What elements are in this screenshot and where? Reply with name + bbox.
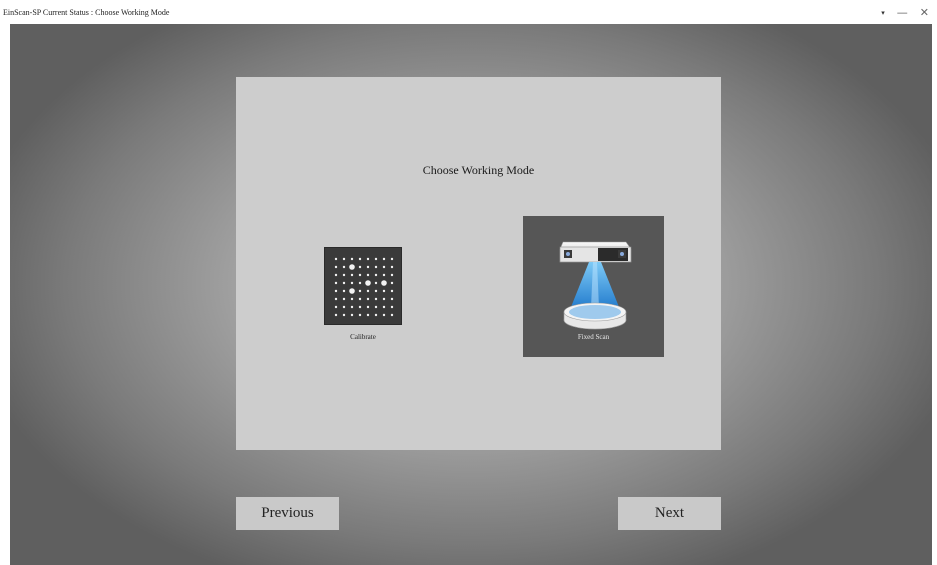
calibration-dot [349,288,355,294]
calibration-dot [342,289,346,293]
window-controls: ▾ — ✕ [881,6,929,19]
app-window: EinScan-SP Current Status : Choose Worki… [0,0,937,565]
calibration-dot [358,297,362,301]
calibration-dot [374,297,378,301]
calibration-dot [334,305,338,309]
calibration-dot [382,313,386,317]
calibration-dot [390,265,394,269]
main-stage: Choose Working Mode Calibrate Fixed Scan… [10,24,932,565]
mode-selection-panel: Choose Working Mode Calibrate Fixed Scan [236,77,721,450]
calibration-board-icon [324,247,402,325]
calibration-dot [342,273,346,277]
calibration-dot [342,297,346,301]
calibrate-mode-button[interactable]: Calibrate [324,247,402,347]
calibration-dot [358,273,362,277]
calibration-dot [374,313,378,317]
calibration-dot [358,257,362,261]
calibrate-label: Calibrate [350,333,376,341]
calibration-dot [334,281,338,285]
calibration-dot [374,257,378,261]
calibration-dot [342,281,346,285]
calibration-dot [349,264,355,270]
fixed-scan-mode-button[interactable]: Fixed Scan [523,216,664,357]
calibration-dot [350,305,354,309]
calibration-dot [350,273,354,277]
calibration-dot [382,273,386,277]
next-button[interactable]: Next [618,497,721,530]
calibration-dot [390,289,394,293]
calibration-dot [374,281,378,285]
calibration-dot [390,305,394,309]
calibration-dot [390,273,394,277]
calibration-dot [366,257,370,261]
calibration-dot [366,265,370,269]
calibration-dot [382,289,386,293]
calibration-dot [390,313,394,317]
calibration-dot [350,313,354,317]
calibration-dot [366,289,370,293]
close-icon[interactable]: ✕ [920,6,929,19]
calibration-dot [334,265,338,269]
calibration-dot [334,313,338,317]
dropdown-icon[interactable]: ▾ [881,9,885,17]
calibration-dot [342,265,346,269]
calibration-dot [374,305,378,309]
calibration-dot [358,265,362,269]
calibration-dot [358,281,362,285]
calibration-dot [358,305,362,309]
calibration-dot [334,273,338,277]
calibration-dot [374,265,378,269]
calibration-dot [366,297,370,301]
calibration-dot [334,289,338,293]
calibration-dot [390,281,394,285]
window-title: EinScan-SP Current Status : Choose Worki… [3,8,170,17]
calibration-dot [358,289,362,293]
calibration-dot [390,297,394,301]
calibration-dot [366,305,370,309]
calibration-dot [366,313,370,317]
panel-title: Choose Working Mode [422,163,535,177]
title-bar: EinScan-SP Current Status : Choose Worki… [0,0,937,24]
calibration-dot [342,305,346,309]
calibration-dot [342,257,346,261]
calibration-dot [365,280,371,286]
calibration-dot [342,313,346,317]
calibration-dot [366,273,370,277]
fixed-scan-label: Fixed Scan [577,333,610,341]
calibration-dot [382,297,386,301]
calibration-dot [358,313,362,317]
calibration-dot [350,281,354,285]
calibration-dot [334,297,338,301]
calibration-dot [350,257,354,261]
calibration-dot [350,297,354,301]
calibration-dot [382,265,386,269]
calibration-dot [374,289,378,293]
calibration-dot [382,257,386,261]
minimize-icon[interactable]: — [897,6,908,19]
calibration-dot [390,257,394,261]
calibration-dot [381,280,387,286]
previous-button[interactable]: Previous [236,497,339,530]
calibration-dot [334,257,338,261]
calibration-dot [374,273,378,277]
calibration-dot [382,305,386,309]
